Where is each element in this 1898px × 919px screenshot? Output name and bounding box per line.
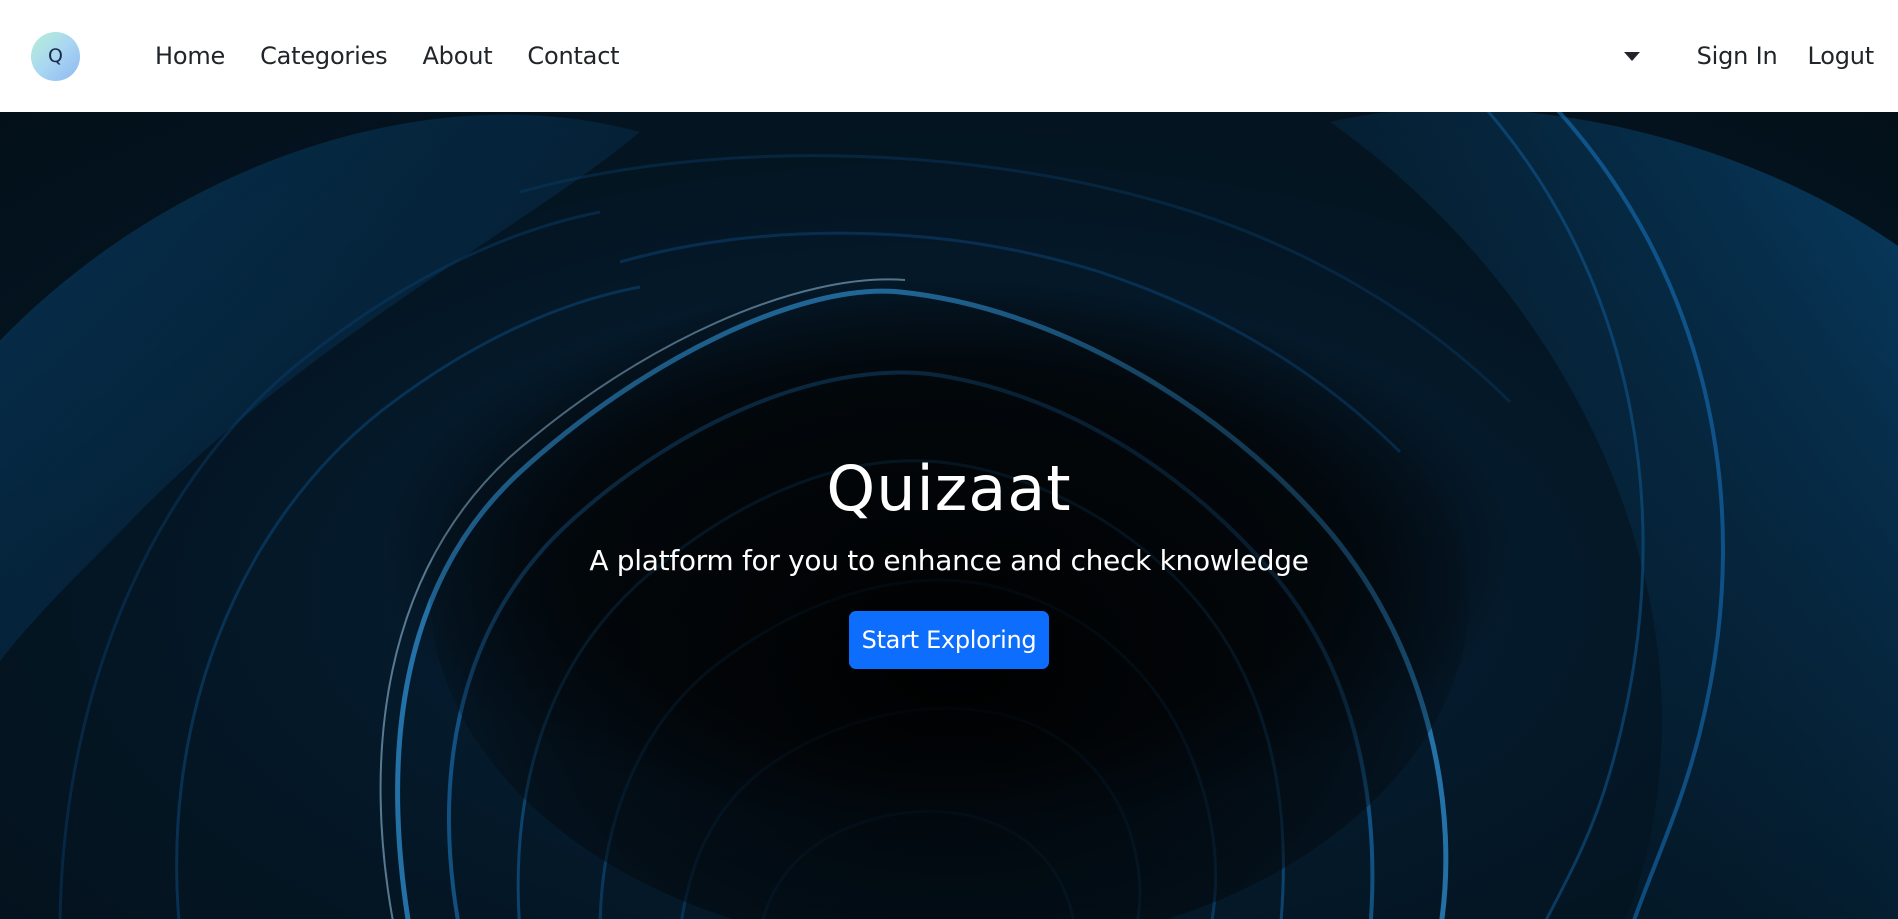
caret-down-icon[interactable] bbox=[1623, 51, 1640, 61]
site-logo[interactable]: Q bbox=[31, 32, 80, 81]
start-exploring-button[interactable]: Start Exploring bbox=[849, 611, 1049, 669]
nav-link-about[interactable]: About bbox=[422, 42, 492, 70]
hero-title: Quizaat bbox=[826, 452, 1072, 525]
nav-link-categories[interactable]: Categories bbox=[260, 42, 388, 70]
hero-section: Quizaat A platform for you to enhance an… bbox=[0, 112, 1898, 919]
logout-link[interactable]: Logut bbox=[1808, 42, 1875, 70]
main-nav: Home Categories About Contact bbox=[155, 0, 654, 112]
hero-content: Quizaat A platform for you to enhance an… bbox=[0, 112, 1898, 919]
quiz-logo-icon: Q bbox=[48, 45, 63, 67]
nav-link-contact[interactable]: Contact bbox=[527, 42, 619, 70]
nav-link-home[interactable]: Home bbox=[155, 42, 225, 70]
hero-subtitle: A platform for you to enhance and check … bbox=[589, 544, 1309, 577]
sign-in-link[interactable]: Sign In bbox=[1697, 42, 1778, 70]
auth-nav: Sign In Logut bbox=[1623, 0, 1898, 112]
top-navbar: Q Home Categories About Contact Sign In … bbox=[0, 0, 1898, 112]
